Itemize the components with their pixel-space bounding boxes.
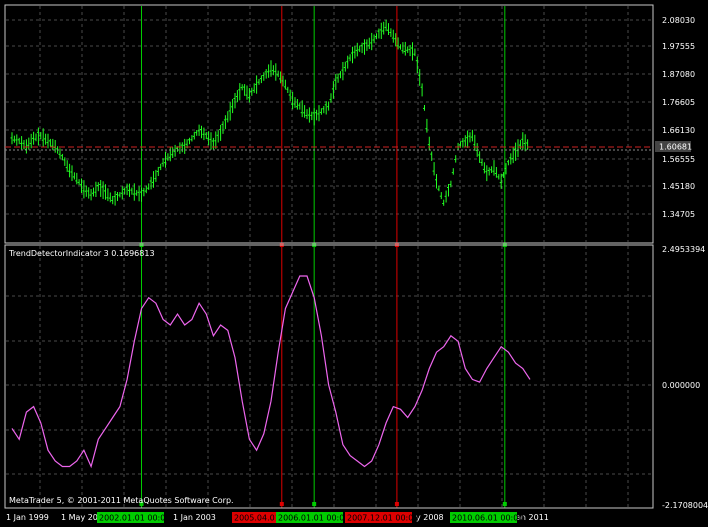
price-tick: 1.76605: [662, 98, 695, 107]
time-tick: 1 May 20: [61, 513, 98, 522]
price-tick: 1.87080: [662, 70, 695, 79]
time-tick: y 2008: [416, 513, 444, 522]
current-price-label: 1.60681: [659, 143, 692, 152]
signal-tag: 2007.12.01 00:00: [347, 514, 418, 523]
indicator-tick: -2.1708004: [662, 501, 708, 510]
signal-marker: [279, 502, 284, 506]
signal-tags: 2002.01.01 00:00 2005.04.01 00:00 2006.0…: [97, 512, 523, 523]
indicator-tick: 2.4953394: [662, 245, 705, 254]
time-tick: 1 Jan 1999: [6, 513, 49, 522]
signal-tag: 2006.01.01 00:00: [278, 514, 349, 523]
signal-marker: [394, 502, 399, 506]
price-tick: 1.56555: [662, 155, 695, 164]
indicator-tick: 0.000000: [662, 381, 700, 390]
indicator-title: TrendDetectorIndicator 3 0.1696813: [8, 249, 155, 258]
price-tick: 2.08030: [662, 16, 695, 25]
price-tick: 1.66130: [662, 126, 695, 135]
price-tick: 1.34705: [662, 210, 695, 219]
trading-chart[interactable]: 2.08030 1.97555 1.87080 1.76605 1.66130 …: [0, 0, 708, 527]
price-tick: 1.97555: [662, 42, 695, 51]
price-tick: 1.45180: [662, 182, 695, 191]
signal-tag: 2010.06.01 00:00: [452, 514, 523, 523]
signal-marker: [312, 502, 317, 506]
copyright-text: MetaTrader 5, © 2001-2011 MetaQuotes Sof…: [9, 496, 234, 505]
time-tick: 1 Jan 2003: [173, 513, 216, 522]
signal-tag: 2002.01.01 00:00: [99, 514, 170, 523]
chart-background: [0, 0, 708, 527]
signal-marker: [502, 502, 507, 506]
